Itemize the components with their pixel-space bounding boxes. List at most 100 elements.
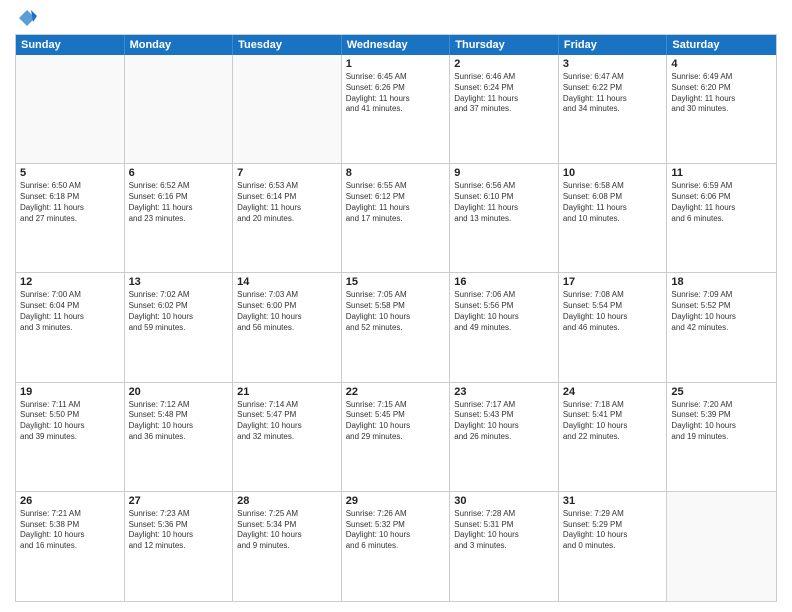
calendar-cell: 17 Sunrise: 7:08 AM Sunset: 5:54 PM Dayli… xyxy=(559,273,668,381)
cell-date: 4 xyxy=(671,58,772,70)
cell-date: 15 xyxy=(346,276,446,288)
cell-date: 28 xyxy=(237,495,337,507)
cell-date: 16 xyxy=(454,276,554,288)
page: SundayMondayTuesdayWednesdayThursdayFrid… xyxy=(0,0,792,612)
logo-icon xyxy=(17,8,37,28)
calendar-cell: 4 Sunrise: 6:49 AM Sunset: 6:20 PM Daylig… xyxy=(667,55,776,163)
calendar-cell xyxy=(16,55,125,163)
calendar-cell: 6 Sunrise: 6:52 AM Sunset: 6:16 PM Daylig… xyxy=(125,164,234,272)
cell-info: Sunrise: 7:18 AM Sunset: 5:41 PM Dayligh… xyxy=(563,400,663,443)
calendar-cell: 3Sunrise: 6:47 AM Sunset: 6:22 PM Daylig… xyxy=(559,55,668,163)
cell-date: 27 xyxy=(129,495,229,507)
calendar-cell: 16Sunrise: 7:06 AM Sunset: 5:56 PM Dayli… xyxy=(450,273,559,381)
cell-info: Sunrise: 7:11 AM Sunset: 5:50 PM Dayligh… xyxy=(20,400,120,443)
calendar-cell: 10 Sunrise: 6:58 AM Sunset: 6:08 PM Dayli… xyxy=(559,164,668,272)
calendar-cell: 14Sunrise: 7:03 AM Sunset: 6:00 PM Dayli… xyxy=(233,273,342,381)
cell-date: 17 xyxy=(563,276,663,288)
calendar-cell: 7 Sunrise: 6:53 AM Sunset: 6:14 PM Daylig… xyxy=(233,164,342,272)
calendar-cell: 24 Sunrise: 7:18 AM Sunset: 5:41 PM Dayli… xyxy=(559,383,668,491)
calendar-cell: 25 Sunrise: 7:20 AM Sunset: 5:39 PM Dayli… xyxy=(667,383,776,491)
calendar-body: 1Sunrise: 6:45 AM Sunset: 6:26 PM Daylig… xyxy=(16,55,776,601)
cell-info: Sunrise: 6:58 AM Sunset: 6:08 PM Dayligh… xyxy=(563,181,663,224)
calendar-cell: 8 Sunrise: 6:55 AM Sunset: 6:12 PM Daylig… xyxy=(342,164,451,272)
cell-date: 10 xyxy=(563,167,663,179)
cell-info: Sunrise: 7:08 AM Sunset: 5:54 PM Dayligh… xyxy=(563,290,663,333)
day-header-monday: Monday xyxy=(125,35,234,55)
calendar-row-4: 19 Sunrise: 7:11 AM Sunset: 5:50 PM Dayli… xyxy=(16,383,776,492)
calendar-cell: 5Sunrise: 6:50 AM Sunset: 6:18 PM Daylig… xyxy=(16,164,125,272)
cell-info: Sunrise: 7:02 AM Sunset: 6:02 PM Dayligh… xyxy=(129,290,229,333)
calendar-cell: 15 Sunrise: 7:05 AM Sunset: 5:58 PM Dayli… xyxy=(342,273,451,381)
calendar-header: SundayMondayTuesdayWednesdayThursdayFrid… xyxy=(16,35,776,55)
calendar-cell: 12 Sunrise: 7:00 AM Sunset: 6:04 PM Dayli… xyxy=(16,273,125,381)
cell-info: Sunrise: 7:15 AM Sunset: 5:45 PM Dayligh… xyxy=(346,400,446,443)
calendar-cell: 11 Sunrise: 6:59 AM Sunset: 6:06 PM Dayli… xyxy=(667,164,776,272)
cell-date: 12 xyxy=(20,276,120,288)
cell-date: 22 xyxy=(346,386,446,398)
cell-info: Sunrise: 7:00 AM Sunset: 6:04 PM Dayligh… xyxy=(20,290,120,333)
cell-date: 29 xyxy=(346,495,446,507)
cell-info: Sunrise: 7:26 AM Sunset: 5:32 PM Dayligh… xyxy=(346,509,446,552)
cell-date: 2 xyxy=(454,58,554,70)
cell-info: Sunrise: 7:12 AM Sunset: 5:48 PM Dayligh… xyxy=(129,400,229,443)
cell-info: Sunrise: 7:09 AM Sunset: 5:52 PM Dayligh… xyxy=(671,290,772,333)
calendar-row-1: 1Sunrise: 6:45 AM Sunset: 6:26 PM Daylig… xyxy=(16,55,776,164)
cell-info: Sunrise: 6:46 AM Sunset: 6:24 PM Dayligh… xyxy=(454,72,554,115)
calendar-cell: 20Sunrise: 7:12 AM Sunset: 5:48 PM Dayli… xyxy=(125,383,234,491)
cell-date: 11 xyxy=(671,167,772,179)
cell-info: Sunrise: 7:17 AM Sunset: 5:43 PM Dayligh… xyxy=(454,400,554,443)
cell-info: Sunrise: 7:23 AM Sunset: 5:36 PM Dayligh… xyxy=(129,509,229,552)
cell-info: Sunrise: 6:50 AM Sunset: 6:18 PM Dayligh… xyxy=(20,181,120,224)
cell-date: 31 xyxy=(563,495,663,507)
calendar-cell: 13 Sunrise: 7:02 AM Sunset: 6:02 PM Dayli… xyxy=(125,273,234,381)
calendar-cell xyxy=(125,55,234,163)
cell-info: Sunrise: 7:03 AM Sunset: 6:00 PM Dayligh… xyxy=(237,290,337,333)
cell-info: Sunrise: 6:49 AM Sunset: 6:20 PM Dayligh… xyxy=(671,72,772,115)
day-header-tuesday: Tuesday xyxy=(233,35,342,55)
calendar-cell: 27 Sunrise: 7:23 AM Sunset: 5:36 PM Dayli… xyxy=(125,492,234,601)
cell-date: 25 xyxy=(671,386,772,398)
cell-date: 3 xyxy=(563,58,663,70)
calendar: SundayMondayTuesdayWednesdayThursdayFrid… xyxy=(15,34,777,602)
calendar-cell xyxy=(233,55,342,163)
cell-date: 6 xyxy=(129,167,229,179)
calendar-cell: 22 Sunrise: 7:15 AM Sunset: 5:45 PM Dayli… xyxy=(342,383,451,491)
calendar-cell: 9Sunrise: 6:56 AM Sunset: 6:10 PM Daylig… xyxy=(450,164,559,272)
cell-date: 13 xyxy=(129,276,229,288)
calendar-row-5: 26 Sunrise: 7:21 AM Sunset: 5:38 PM Dayli… xyxy=(16,492,776,601)
calendar-cell: 2 Sunrise: 6:46 AM Sunset: 6:24 PM Daylig… xyxy=(450,55,559,163)
cell-info: Sunrise: 6:55 AM Sunset: 6:12 PM Dayligh… xyxy=(346,181,446,224)
cell-info: Sunrise: 7:28 AM Sunset: 5:31 PM Dayligh… xyxy=(454,509,554,552)
cell-info: Sunrise: 7:14 AM Sunset: 5:47 PM Dayligh… xyxy=(237,400,337,443)
calendar-cell: 21Sunrise: 7:14 AM Sunset: 5:47 PM Dayli… xyxy=(233,383,342,491)
cell-date: 8 xyxy=(346,167,446,179)
day-header-saturday: Saturday xyxy=(667,35,776,55)
header xyxy=(15,10,777,28)
calendar-cell: 18 Sunrise: 7:09 AM Sunset: 5:52 PM Dayli… xyxy=(667,273,776,381)
calendar-cell: 28 Sunrise: 7:25 AM Sunset: 5:34 PM Dayli… xyxy=(233,492,342,601)
cell-info: Sunrise: 7:29 AM Sunset: 5:29 PM Dayligh… xyxy=(563,509,663,552)
cell-date: 24 xyxy=(563,386,663,398)
cell-info: Sunrise: 7:20 AM Sunset: 5:39 PM Dayligh… xyxy=(671,400,772,443)
cell-info: Sunrise: 7:21 AM Sunset: 5:38 PM Dayligh… xyxy=(20,509,120,552)
cell-date: 26 xyxy=(20,495,120,507)
calendar-cell: 29 Sunrise: 7:26 AM Sunset: 5:32 PM Dayli… xyxy=(342,492,451,601)
day-header-wednesday: Wednesday xyxy=(342,35,451,55)
day-header-sunday: Sunday xyxy=(16,35,125,55)
cell-date: 18 xyxy=(671,276,772,288)
logo xyxy=(15,10,37,28)
cell-info: Sunrise: 6:59 AM Sunset: 6:06 PM Dayligh… xyxy=(671,181,772,224)
cell-info: Sunrise: 7:25 AM Sunset: 5:34 PM Dayligh… xyxy=(237,509,337,552)
cell-date: 9 xyxy=(454,167,554,179)
calendar-row-2: 5Sunrise: 6:50 AM Sunset: 6:18 PM Daylig… xyxy=(16,164,776,273)
cell-date: 30 xyxy=(454,495,554,507)
day-header-thursday: Thursday xyxy=(450,35,559,55)
cell-info: Sunrise: 7:05 AM Sunset: 5:58 PM Dayligh… xyxy=(346,290,446,333)
cell-info: Sunrise: 6:45 AM Sunset: 6:26 PM Dayligh… xyxy=(346,72,446,115)
cell-info: Sunrise: 6:52 AM Sunset: 6:16 PM Dayligh… xyxy=(129,181,229,224)
cell-date: 7 xyxy=(237,167,337,179)
day-header-friday: Friday xyxy=(559,35,668,55)
cell-info: Sunrise: 6:53 AM Sunset: 6:14 PM Dayligh… xyxy=(237,181,337,224)
calendar-cell: 19 Sunrise: 7:11 AM Sunset: 5:50 PM Dayli… xyxy=(16,383,125,491)
cell-date: 19 xyxy=(20,386,120,398)
